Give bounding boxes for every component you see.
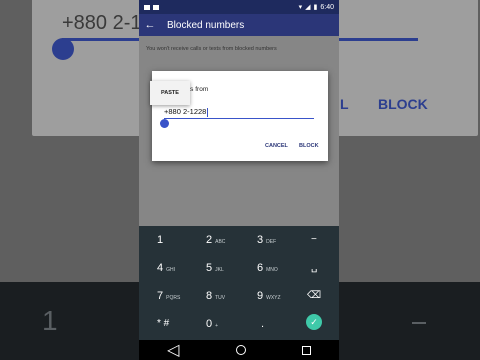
- backspace-icon[interactable]: ⌫: [307, 290, 321, 301]
- back-arrow-icon[interactable]: ←: [139, 19, 161, 31]
- signal-icon: ◢: [305, 4, 311, 11]
- done-check-icon[interactable]: ✓: [306, 314, 322, 330]
- battery-icon: ▮: [313, 4, 318, 11]
- info-text: You won't receive calls or texts from bl…: [146, 46, 277, 52]
- key-9[interactable]: 9 WXYZ: [257, 290, 281, 302]
- space-key[interactable]: ␣: [311, 262, 317, 273]
- app-toolbar: ← Blocked numbers: [139, 14, 339, 36]
- key-4[interactable]: 4 GHI: [157, 262, 175, 274]
- cursor-handle[interactable]: [160, 119, 169, 128]
- background-block: BLOCK: [378, 96, 428, 112]
- text-cursor: [207, 107, 209, 117]
- status-bar: ▾ ◢ ▮ 6:40: [139, 0, 339, 14]
- home-nav-icon[interactable]: [235, 345, 246, 355]
- wifi-icon: ▾: [298, 4, 303, 11]
- background-cancel: L: [340, 96, 349, 112]
- back-nav-icon[interactable]: ◁: [167, 340, 179, 360]
- key-5[interactable]: 5 JKL: [206, 262, 224, 274]
- background-minus: [412, 322, 426, 324]
- key-8[interactable]: 8 TUV: [206, 290, 225, 302]
- phone-screen: ▾ ◢ ▮ 6:40 ← Blocked numbers You won't r…: [139, 0, 339, 360]
- input-underline: [164, 118, 314, 120]
- background-handle: [52, 38, 74, 60]
- background-key-one: 1: [42, 305, 58, 336]
- phone-number-input[interactable]: +880 2-1228: [164, 107, 209, 117]
- recents-nav-icon[interactable]: [301, 345, 311, 355]
- key-6[interactable]: 6 MNO: [257, 262, 278, 274]
- period-key[interactable]: .: [261, 318, 264, 330]
- navigation-bar: ◁: [139, 340, 339, 360]
- video-icon: [153, 4, 159, 10]
- key-7[interactable]: 7 PQRS: [157, 290, 180, 302]
- cancel-button[interactable]: CANCEL: [265, 143, 288, 149]
- clock: 6:40: [320, 3, 334, 11]
- key-1[interactable]: 1: [157, 234, 163, 246]
- key-3[interactable]: 3 DEF: [257, 234, 276, 246]
- key-0[interactable]: 0 +: [206, 318, 218, 330]
- page-title: Blocked numbers: [167, 19, 245, 31]
- paste-button[interactable]: PASTE: [150, 81, 190, 105]
- minus-key[interactable]: −: [311, 234, 317, 245]
- key-2[interactable]: 2 ABC: [206, 234, 225, 246]
- star-hash-key[interactable]: * #: [157, 318, 169, 329]
- block-button[interactable]: BLOCK: [299, 143, 319, 149]
- notification-icon: [144, 4, 150, 10]
- numeric-keyboard: 1 2 ABC 3 DEF − 4 GHI 5 JKL 6 MNO ␣ 7 PQRS 8 TU…: [139, 226, 339, 340]
